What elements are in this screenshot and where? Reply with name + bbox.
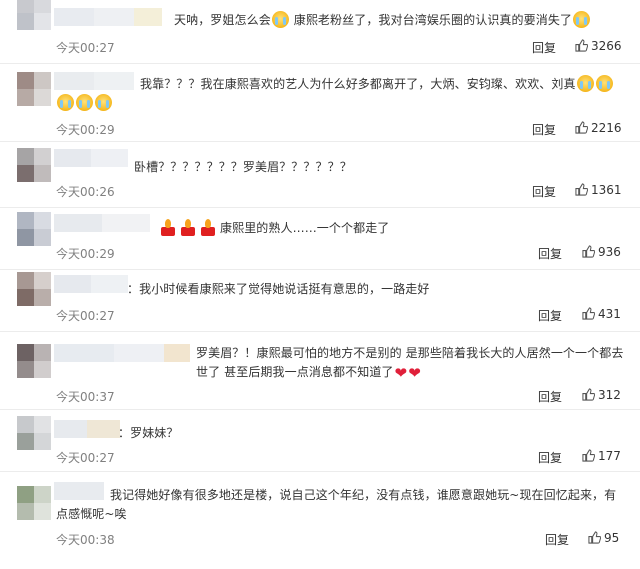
like-button[interactable]: 936 [582,245,621,259]
comment-item: ：罗妹妹？ 今天00:27 回复 177 [0,410,640,472]
reply-button[interactable]: 回复 [532,121,556,138]
reply-button[interactable]: 回复 [538,388,562,405]
avatar[interactable] [17,416,51,450]
username-blurred[interactable] [54,275,128,293]
comment-item: 卧槽？？？？？？？罗美眉？？？？？？ 今天00:26 回复 1361 [0,142,640,208]
comment-text: ：罗妹妹？ [118,426,179,440]
comment-time: 今天00:37 [56,390,115,404]
thumbs-up-icon [582,388,595,401]
thumbs-up-icon [575,183,588,196]
username-blurred[interactable] [54,214,150,232]
candle-icon [180,219,196,236]
comment-text: 天呐，罗姐怎么会 康熙老粉丝了，我对台湾娱乐圈的认识真的要消失了 [174,11,624,30]
username-blurred[interactable] [54,420,120,438]
broken-heart-icon: ❤ [394,364,408,382]
comment-item: 我靠？？？我在康熙喜欢的艺人为什么好多都离开了，大炳、安钧璨、欢欢、刘真 今天0… [0,64,640,142]
username-blurred[interactable] [54,149,128,167]
like-button[interactable]: 95 [588,531,619,545]
thumbs-up-icon [582,307,595,320]
like-button[interactable]: 3266 [575,39,622,53]
avatar[interactable] [17,0,51,30]
comment-item: 我记得她好像有很多地还是楼，说自己这个年纪，没有点钱，谁愿意跟她玩~现在回忆起来… [0,472,640,569]
avatar[interactable] [17,148,51,182]
comment-item: ：我小时候看康熙来了觉得她说话挺有意思的，一路走好 今天00:27 回复 431 [0,270,640,332]
comment-time: 今天00:29 [56,247,115,261]
comment-time: 今天00:27 [56,309,115,323]
crying-emoji-icon [76,94,93,111]
username-blurred[interactable] [54,344,190,362]
candle-icon [200,219,216,236]
username-blurred[interactable] [54,8,162,26]
avatar[interactable] [17,212,51,246]
comment-text: 我记得她好像有很多地还是楼，说自己这个年纪，没有点钱，谁愿意跟她玩~现在回忆起来… [56,488,617,521]
crying-emoji-icon [271,11,289,28]
comment-item: 天呐，罗姐怎么会 康熙老粉丝了，我对台湾娱乐圈的认识真的要消失了 今天00:27… [0,0,640,64]
like-button[interactable]: 312 [582,388,621,402]
avatar[interactable] [17,344,51,378]
reply-button[interactable]: 回复 [545,531,569,548]
reply-button[interactable]: 回复 [532,39,556,56]
comment-text: 康熙里的熟人……一个个都走了 [160,219,620,238]
username-blurred[interactable] [54,72,134,90]
like-button[interactable]: 177 [582,449,621,463]
thumbs-up-icon [588,531,601,544]
thumbs-up-icon [575,121,588,134]
crying-emoji-icon [573,11,591,28]
comment-time: 今天00:27 [56,451,115,465]
thumbs-up-icon [582,245,595,258]
candle-icon [160,219,176,236]
avatar[interactable] [17,486,51,520]
crying-emoji-icon [595,75,613,92]
thumbs-up-icon [575,39,588,52]
thumbs-up-icon [582,449,595,462]
like-button[interactable]: 1361 [575,183,622,197]
reply-button[interactable]: 回复 [532,183,556,200]
avatar[interactable] [17,272,51,306]
avatar[interactable] [17,72,51,106]
comment-time: 今天00:38 [56,533,115,547]
reply-button[interactable]: 回复 [538,245,562,262]
comment-time: 今天00:27 [56,41,115,55]
comment-text: ：我小时候看康熙来了觉得她说话挺有意思的，一路走好 [127,282,430,296]
comment-time: 今天00:26 [56,185,115,199]
crying-emoji-icon [57,94,74,111]
broken-heart-icon: ❤ [408,364,421,382]
like-button[interactable]: 431 [582,307,621,321]
crying-emoji-icon [95,94,112,111]
comment-text: 罗美眉？！康熙最可怕的地方不是别的 是那些陪着我长大的人居然一个一个都去世了 甚… [196,346,624,382]
comment-text: 我靠？？？我在康熙喜欢的艺人为什么好多都离开了，大炳、安钧璨、欢欢、刘真 [57,75,630,113]
reply-button[interactable]: 回复 [538,449,562,466]
comment-item: 康熙里的熟人……一个个都走了 今天00:29 回复 936 [0,208,640,270]
comment-item: 罗美眉？！康熙最可怕的地方不是别的 是那些陪着我长大的人居然一个一个都去世了 甚… [0,332,640,410]
comment-time: 今天00:29 [56,123,115,137]
like-button[interactable]: 2216 [575,121,622,135]
comment-text: 卧槽？？？？？？？罗美眉？？？？？？ [134,160,352,174]
reply-button[interactable]: 回复 [538,307,562,324]
crying-emoji-icon [576,75,594,92]
